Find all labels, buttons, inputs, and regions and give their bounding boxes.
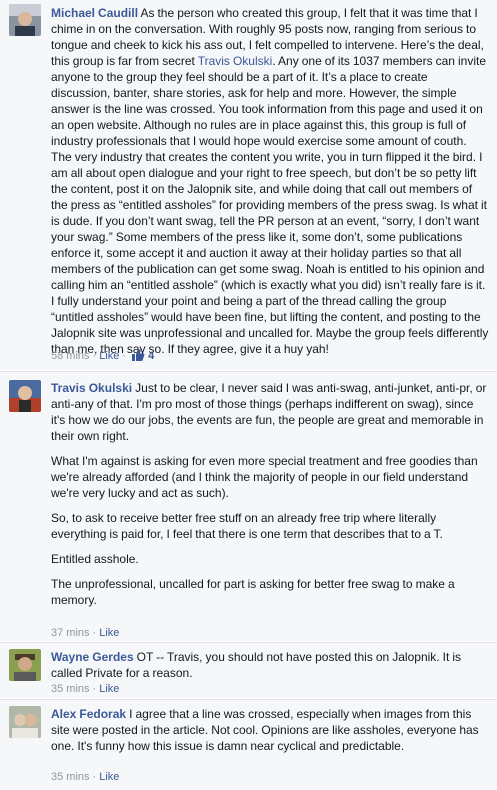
comment-paragraph: The unprofessional, uncalled for part is… bbox=[51, 577, 455, 607]
timestamp[interactable]: 37 mins bbox=[51, 627, 90, 639]
avatar[interactable] bbox=[9, 649, 41, 681]
mention-link[interactable]: Travis Okulski bbox=[198, 54, 273, 68]
comment-author[interactable]: Alex Fedorak bbox=[51, 707, 126, 721]
comment-body: Wayne Gerdes OT -- Travis, you should no… bbox=[51, 649, 489, 681]
comment-paragraph: Travis Okulski Just to be clear, I never… bbox=[51, 381, 487, 443]
comment-body: Travis Okulski Just to be clear, I never… bbox=[51, 380, 489, 608]
like-count-value: 4 bbox=[148, 350, 155, 362]
comment-author[interactable]: Michael Caudill bbox=[51, 6, 138, 20]
like-count[interactable]: 4 bbox=[129, 348, 155, 362]
comment-text: . Any one of its 1037 members can invite… bbox=[51, 54, 489, 356]
like-button[interactable]: Like bbox=[99, 627, 119, 639]
comment-meta: 37 mins · Like bbox=[51, 627, 120, 639]
comment-paragraph: Entitled asshole. bbox=[51, 552, 139, 566]
timestamp[interactable]: 35 mins bbox=[51, 683, 90, 695]
comment-body: Michael Caudill As the person who create… bbox=[51, 5, 489, 357]
comment-paragraph: So, to ask to receive better free stuff … bbox=[51, 511, 443, 541]
avatar[interactable] bbox=[9, 4, 41, 36]
timestamp[interactable]: 35 mins bbox=[51, 771, 90, 783]
like-button[interactable]: Like bbox=[99, 683, 119, 695]
avatar[interactable] bbox=[9, 706, 41, 738]
avatar[interactable] bbox=[9, 380, 41, 412]
comment-body: Alex Fedorak I agree that a line was cro… bbox=[51, 706, 489, 754]
like-button[interactable]: Like bbox=[99, 771, 119, 783]
timestamp[interactable]: 58 mins bbox=[51, 350, 90, 362]
thumbs-up-icon bbox=[131, 348, 145, 362]
comment: Michael Caudill As the person who create… bbox=[0, 0, 497, 370]
comment-paragraph: What I'm against is asking for even more… bbox=[51, 454, 478, 500]
comment-meta: 58 mins · Like · 4 bbox=[51, 348, 155, 362]
comment-thread: Michael Caudill As the person who create… bbox=[0, 0, 497, 790]
comment-meta: 35 mins · Like bbox=[51, 771, 120, 783]
like-button[interactable]: Like bbox=[99, 350, 119, 362]
comment: Wayne Gerdes OT -- Travis, you should no… bbox=[0, 642, 497, 698]
comment-author[interactable]: Wayne Gerdes bbox=[51, 650, 134, 664]
comment: Alex Fedorak I agree that a line was cro… bbox=[0, 699, 497, 790]
comment: Travis Okulski Just to be clear, I never… bbox=[0, 371, 497, 641]
comment-author[interactable]: Travis Okulski bbox=[51, 381, 132, 395]
comment-meta: 35 mins · Like bbox=[51, 683, 120, 695]
